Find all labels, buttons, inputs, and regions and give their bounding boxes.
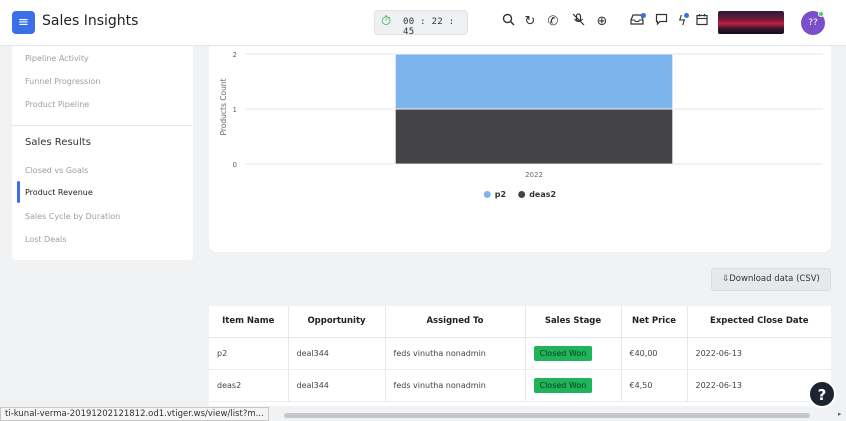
scroll-right-arrow-icon[interactable]: ▸ [838,410,842,418]
cell-sales-stage: Closed Won [525,337,622,370]
sidebar-item-closed-vs-goals[interactable]: Closed vs Goals [25,166,88,175]
legend-marker [483,191,491,198]
column-header[interactable]: Sales Stage [525,306,622,338]
cell-assigned-to: feds vinutha nonadmin [385,369,526,402]
status-badge: Closed Won [533,345,593,361]
history-icon[interactable]: ↻ [522,13,538,31]
phone-icon[interactable]: ✆ [545,13,561,31]
column-header[interactable]: Assigned To [385,306,526,338]
mute-icon[interactable] [570,13,586,32]
status-badge: Closed Won [533,377,593,393]
timer-value: 00 : 22 : 45 [403,17,455,37]
inbox-badge [641,13,646,18]
plus-circle-icon[interactable]: ⊕ [594,13,610,31]
cell-sales-stage: Closed Won [525,369,622,402]
sidebar-section-title: Sales Results [25,137,91,148]
column-header[interactable]: Opportunity [288,306,386,338]
stopwatch-icon: ⏱ [381,14,392,29]
x-tick-label: 2022 [525,171,543,179]
download-csv-button[interactable]: ⇩Download data (CSV) [711,268,831,291]
reports-sidebar: Pipeline Activity Funnel Progression Pro… [12,46,193,260]
sidebar-item-funnel-progression[interactable]: Funnel Progression [25,77,100,86]
legend-marker [518,191,526,198]
sidebar-item-pipeline-activity[interactable]: Pipeline Activity [25,54,89,63]
calendar-icon[interactable] [694,13,710,32]
sidebar-item-product-revenue[interactable]: Product Revenue [25,188,93,197]
legend-label: deas2 [529,190,556,199]
company-banner-image[interactable] [718,11,784,34]
cell-net-price: €40,00 [621,337,688,370]
app-title: Sales Insights [42,13,139,29]
cell-opportunity[interactable]: deal344 [288,369,386,402]
sidebar-item-lost-deals[interactable]: Lost Deals [25,235,66,244]
help-icon[interactable]: ? [808,380,836,408]
column-header[interactable]: Expected Close Date [687,306,831,338]
sidebar-item-sales-cycle-by-duration[interactable]: Sales Cycle by Duration [25,212,120,221]
y-axis-label: Products Count [219,78,228,135]
column-header[interactable]: Item Name [209,306,289,338]
table-row[interactable]: p2 deal344 feds vinutha nonadmin Closed … [209,337,831,370]
legend-label: p2 [495,190,506,199]
active-item-marker [17,181,20,203]
download-label: Download data (CSV) [729,274,820,284]
bar-segment-p2 [394,53,674,110]
chart-card: 0 1 2 Products Count 2022 p2 deas2 [209,46,831,252]
menu-icon[interactable]: ≡ [12,11,35,34]
product-table: Item Name Opportunity Assigned To Sales … [209,306,831,406]
table-header-row: Item Name Opportunity Assigned To Sales … [209,306,831,338]
y-tick-label: 2 [233,51,237,59]
cell-opportunity[interactable]: deal344 [288,337,386,370]
bar-segment-deas2 [394,108,674,165]
product-revenue-chart: 0 1 2 Products Count 2022 p2 deas2 [219,51,823,199]
chat-icon[interactable] [653,13,669,32]
sidebar-divider [12,125,193,126]
top-header: ≡ Sales Insights ⏱ 00 : 22 : 45 ↻ ✆ ⊕ ϟ … [0,0,846,46]
call-timer[interactable]: ⏱ 00 : 22 : 45 [374,10,468,37]
search-icon[interactable] [500,13,516,32]
cell-close-date: 2022-06-13 [687,337,831,370]
cell-net-price: €4,50 [621,369,688,402]
cell-item-name[interactable]: deas2 [209,369,289,402]
bolt-badge [684,13,689,18]
y-tick-label: 0 [233,161,237,169]
sidebar-item-product-pipeline[interactable]: Product Pipeline [25,100,89,109]
status-bar-url: ti-kunal-verma-20191202121812.od1.vtiger… [0,407,269,421]
online-status-dot [818,11,824,17]
column-header[interactable]: Net Price [621,306,688,338]
cell-item-name[interactable]: p2 [209,337,289,370]
y-tick-label: 1 [233,106,237,114]
cell-assigned-to: feds vinutha nonadmin [385,337,526,370]
table-row[interactable]: deas2 deal344 feds vinutha nonadmin Clos… [209,369,831,402]
horizontal-scrollbar[interactable] [284,413,810,418]
